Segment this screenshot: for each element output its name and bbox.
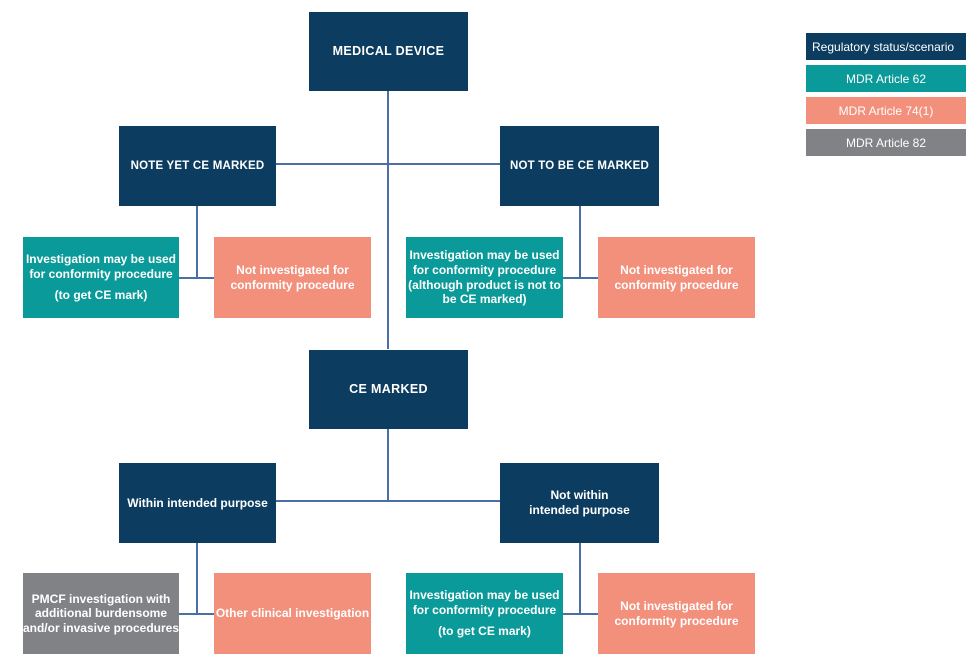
leaf-e-line3: and/or invasive procedures xyxy=(22,620,180,635)
leaf-a-line3: (to get CE mark) xyxy=(54,288,148,303)
leaf-a-line1: Investigation may be used xyxy=(25,252,177,267)
node-not-to-be-ce-marked-label: NOT TO BE CE MARKED xyxy=(509,159,650,172)
leaf-e-line2: additional burdensome xyxy=(34,606,167,621)
node-leaf-investigation-ce-mark-1[interactable]: Investigation may be used for conformity… xyxy=(23,237,179,318)
leaf-h-line2: conformity procedure xyxy=(614,613,739,628)
leaf-h-line1: Not investigated for xyxy=(620,598,733,613)
connector-leaf-e-f-horizontal xyxy=(179,613,214,615)
node-leaf-investigation-not-ce-marked[interactable]: Investigation may be used for conformity… xyxy=(406,237,563,318)
legend-item-label: MDR Article 82 xyxy=(845,135,927,150)
legend-item-mdr-article-74-1[interactable]: MDR Article 74(1) xyxy=(806,97,966,124)
legend-item-mdr-article-82[interactable]: MDR Article 82 xyxy=(806,129,966,156)
leaf-d-line2: conformity procedure xyxy=(614,277,739,292)
leaf-c-line3: (although product is not to xyxy=(408,277,561,292)
node-leaf-not-investigated-1[interactable]: Not investigated for conformity procedur… xyxy=(214,237,371,318)
connector-ce-marked-down xyxy=(387,429,389,502)
leaf-g-line1: Investigation may be used xyxy=(409,588,560,603)
node-within-intended-purpose-label: Within intended purpose xyxy=(127,495,268,510)
node-medical-device-label: MEDICAL DEVICE xyxy=(332,43,445,58)
connector-row1-horizontal xyxy=(276,163,500,165)
legend-item-mdr-article-62[interactable]: MDR Article 62 xyxy=(806,65,966,92)
connector-trunk-main xyxy=(387,91,389,349)
leaf-f-line1: Other clinical investigation xyxy=(215,606,370,621)
leaf-a-line2: for conformity procedure xyxy=(29,266,173,281)
legend-header: Regulatory status/scenario xyxy=(806,33,966,60)
leaf-d-line1: Not investigated for xyxy=(620,262,733,277)
node-leaf-pmcf-investigation[interactable]: PMCF investigation with additional burde… xyxy=(23,573,179,654)
node-not-to-be-ce-marked[interactable]: NOT TO BE CE MARKED xyxy=(500,126,659,206)
connector-branch-within-down xyxy=(196,543,198,614)
leaf-c-line2: for conformity procedure xyxy=(412,262,557,277)
node-ce-marked-label: CE MARKED xyxy=(349,381,428,396)
connector-branch-not-to-be-down xyxy=(579,206,581,278)
node-not-yet-ce-marked[interactable]: NOTE YET CE MARKED xyxy=(119,126,276,206)
node-within-intended-purpose[interactable]: Within intended purpose xyxy=(119,463,276,543)
legend-item-label: MDR Article 74(1) xyxy=(838,103,934,118)
connector-branch-not-yet-down xyxy=(196,206,198,278)
leaf-c-line4: be CE marked) xyxy=(442,292,527,307)
node-leaf-not-investigated-3[interactable]: Not investigated for conformity procedur… xyxy=(598,573,755,654)
leaf-b-line1: Not investigated for xyxy=(236,262,349,277)
node-not-within-line2: intended purpose xyxy=(529,503,630,517)
leaf-g-line2: for conformity procedure xyxy=(412,602,557,617)
connector-branch-not-within-down xyxy=(579,543,581,614)
node-not-yet-ce-marked-label: NOTE YET CE MARKED xyxy=(130,159,265,172)
node-leaf-other-clinical-investigation[interactable]: Other clinical investigation xyxy=(214,573,371,654)
connector-leaf-g-h-horizontal xyxy=(563,613,598,615)
leaf-c-line1: Investigation may be used xyxy=(409,248,560,263)
node-leaf-not-investigated-2[interactable]: Not investigated for conformity procedur… xyxy=(598,237,755,318)
connector-leaf-a-b-horizontal xyxy=(179,277,214,279)
node-leaf-investigation-ce-mark-2[interactable]: Investigation may be used for conformity… xyxy=(406,573,563,654)
leaf-b-line2: conformity procedure xyxy=(230,277,355,292)
node-ce-marked[interactable]: CE MARKED xyxy=(309,350,468,429)
diagram-canvas: MEDICAL DEVICE NOTE YET CE MARKED NOT TO… xyxy=(0,0,977,667)
legend-item-label: MDR Article 62 xyxy=(845,71,927,86)
leaf-e-line1: PMCF investigation with xyxy=(31,591,171,606)
node-not-within-intended-purpose[interactable]: Not within intended purpose xyxy=(500,463,659,543)
legend-header-label: Regulatory status/scenario xyxy=(812,39,955,54)
leaf-g-line3: (to get CE mark) xyxy=(438,624,531,639)
connector-leaf-c-d-horizontal xyxy=(563,277,598,279)
node-not-within-line1: Not within xyxy=(550,488,609,503)
node-medical-device[interactable]: MEDICAL DEVICE xyxy=(309,12,468,91)
legend: Regulatory status/scenario MDR Article 6… xyxy=(806,33,966,161)
